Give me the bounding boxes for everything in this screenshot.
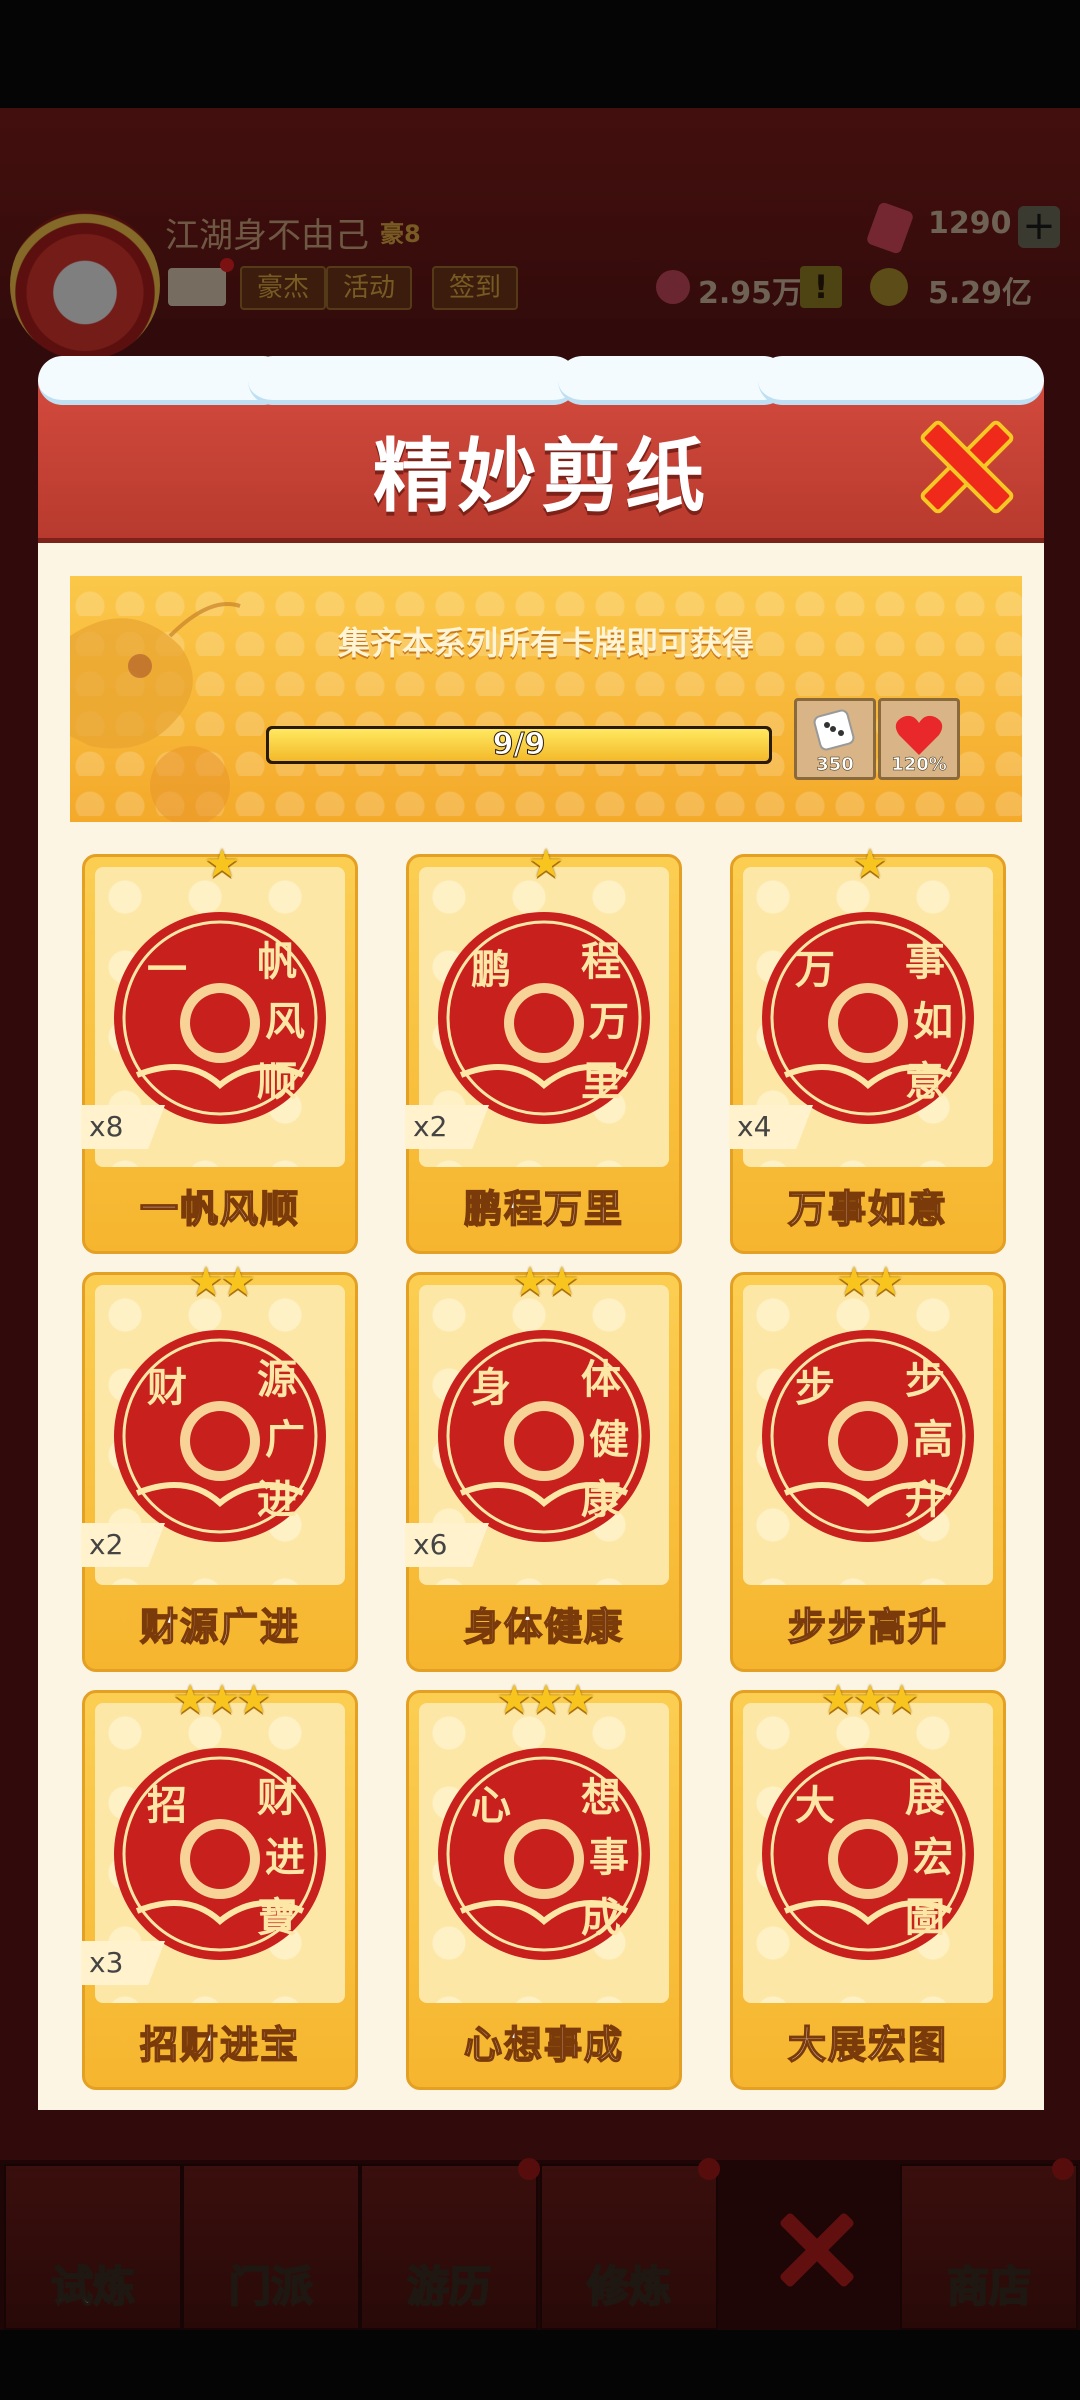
card-count: x6 [405, 1523, 489, 1567]
art-char: 源 [257, 1357, 297, 1403]
art-char: 程 [581, 939, 621, 985]
papercut-card[interactable]: ★★ 身体健康 x6 身体健康 [405, 1259, 682, 1672]
card-count: x2 [81, 1523, 165, 1567]
art-char: 身 [471, 1365, 511, 1411]
art-char: 进 [265, 1835, 305, 1881]
papercut-collection-modal: 精妙剪纸 集齐本系列所有卡牌即可获得 9/9 350 120% ★ 一 帆 风 … [38, 356, 1044, 2110]
art-char: 大 [795, 1783, 835, 1829]
papercut-art-icon: 步步高升 [762, 1330, 974, 1542]
art-char: 帆 [257, 939, 297, 985]
art-char: 一 [147, 947, 187, 993]
art-char: 高 [913, 1417, 953, 1463]
star-rating: ★★ [512, 1259, 580, 1305]
papercut-art-icon: 身 体健康 [438, 1330, 650, 1542]
art-char: 风 [265, 999, 305, 1045]
art-char: 宏 [913, 1835, 953, 1881]
reward-label: 350 [816, 754, 854, 776]
art-char: 康 [581, 1477, 621, 1523]
collection-progress-bar: 9/9 [266, 726, 772, 764]
art-char: 广 [265, 1417, 305, 1463]
art-char: 事 [589, 1835, 629, 1881]
art-char: 鹏 [471, 947, 511, 993]
art-char: 财 [257, 1775, 297, 1821]
art-char: 万 [589, 999, 629, 1045]
card-name: 大展宏图 [787, 2022, 948, 2068]
dragon-icon [70, 602, 241, 822]
card-name: 心想事成 [463, 2022, 624, 2068]
star-rating: ★ [852, 841, 888, 887]
card-name: 步步高升 [787, 1604, 948, 1650]
art-char: 步 [905, 1357, 945, 1403]
papercut-art-icon: 财 源广进 [114, 1330, 326, 1542]
papercut-card[interactable]: ★★★ 大 展宏圖大展宏图 [730, 1677, 1006, 2090]
reward-label: 120% [891, 754, 947, 776]
papercut-card[interactable]: ★★★ 心想事成心想事成 [406, 1677, 682, 2090]
card-count: x2 [405, 1105, 489, 1149]
collection-banner: 集齐本系列所有卡牌即可获得 9/9 350 120% [70, 576, 1022, 822]
star-rating: ★ [204, 841, 240, 887]
card-name: 招财进宝 [139, 2022, 300, 2068]
star-rating: ★ [528, 841, 564, 887]
papercut-card[interactable]: ★ 万事如意 x4 万事如意 [729, 841, 1006, 1254]
modal-header: 精妙剪纸 [38, 356, 1044, 543]
star-rating: ★★ [836, 1259, 904, 1305]
art-char: 招 [147, 1783, 187, 1829]
papercut-art-icon: 万 事如意 [762, 912, 974, 1124]
papercut-art-icon: 大 展宏圖 [762, 1748, 974, 1960]
close-icon[interactable] [918, 418, 1008, 508]
card-count: x8 [81, 1105, 165, 1149]
star-rating: ★★ [188, 1259, 256, 1305]
snow-decoration [38, 356, 1044, 405]
art-char: 进 [257, 1477, 297, 1523]
papercut-art-icon: 心 想事成 [438, 1748, 650, 1960]
star-rating: ★★★ [820, 1677, 920, 1723]
art-char: 财 [147, 1365, 187, 1411]
art-char: 体 [581, 1357, 621, 1403]
papercut-art-icon: 招 财进寶 [114, 1748, 326, 1960]
banner-text: 集齐本系列所有卡牌即可获得 [337, 624, 754, 662]
art-char: 如 [913, 999, 953, 1045]
modal-title: 精妙剪纸 [373, 430, 709, 523]
papercut-card[interactable]: ★★ 步步高升步步高升 [730, 1259, 1006, 1672]
papercut-art-icon: 鹏 程万里 [438, 912, 650, 1124]
art-char: 健 [589, 1417, 629, 1463]
papercut-card[interactable]: ★ 一帆风顺 x8 一帆风顺 [81, 841, 358, 1254]
art-char: 寶 [257, 1895, 297, 1941]
papercut-card[interactable]: ★ 鹏程万里 x2 鹏程万里 [405, 841, 682, 1254]
star-rating: ★★★ [496, 1677, 596, 1723]
papercut-card[interactable]: ★★ 财源广进 x2 财源广进 [81, 1259, 358, 1672]
art-char: 升 [905, 1477, 945, 1523]
art-char: 步 [795, 1365, 835, 1411]
art-char: 里 [581, 1059, 621, 1105]
art-char: 圖 [905, 1895, 945, 1941]
art-char: 万 [795, 947, 835, 993]
reward-dice[interactable]: 350 [794, 698, 876, 780]
papercut-card[interactable]: ★★★ 招 财进寶 x3 招财进宝 [81, 1677, 358, 2090]
card-name: 万事如意 [787, 1186, 948, 1232]
card-name: 鹏程万里 [463, 1186, 624, 1232]
art-char: 成 [581, 1895, 621, 1941]
progress-label: 9/9 [492, 727, 546, 763]
card-count: x3 [81, 1941, 165, 1985]
papercut-art-icon: 一 帆风顺 [114, 912, 326, 1124]
art-char: 意 [905, 1059, 945, 1105]
art-char: 想 [581, 1775, 621, 1821]
card-name: 财源广进 [139, 1604, 300, 1650]
art-char: 顺 [257, 1059, 297, 1105]
star-rating: ★★★ [172, 1677, 272, 1723]
art-char: 展 [905, 1775, 945, 1821]
art-char: 事 [905, 939, 945, 985]
reward-heart[interactable]: 120% [878, 698, 960, 780]
card-name: 一帆风顺 [139, 1186, 300, 1232]
art-char: 心 [471, 1783, 511, 1829]
card-count: x4 [729, 1105, 813, 1149]
card-name: 身体健康 [463, 1604, 624, 1650]
